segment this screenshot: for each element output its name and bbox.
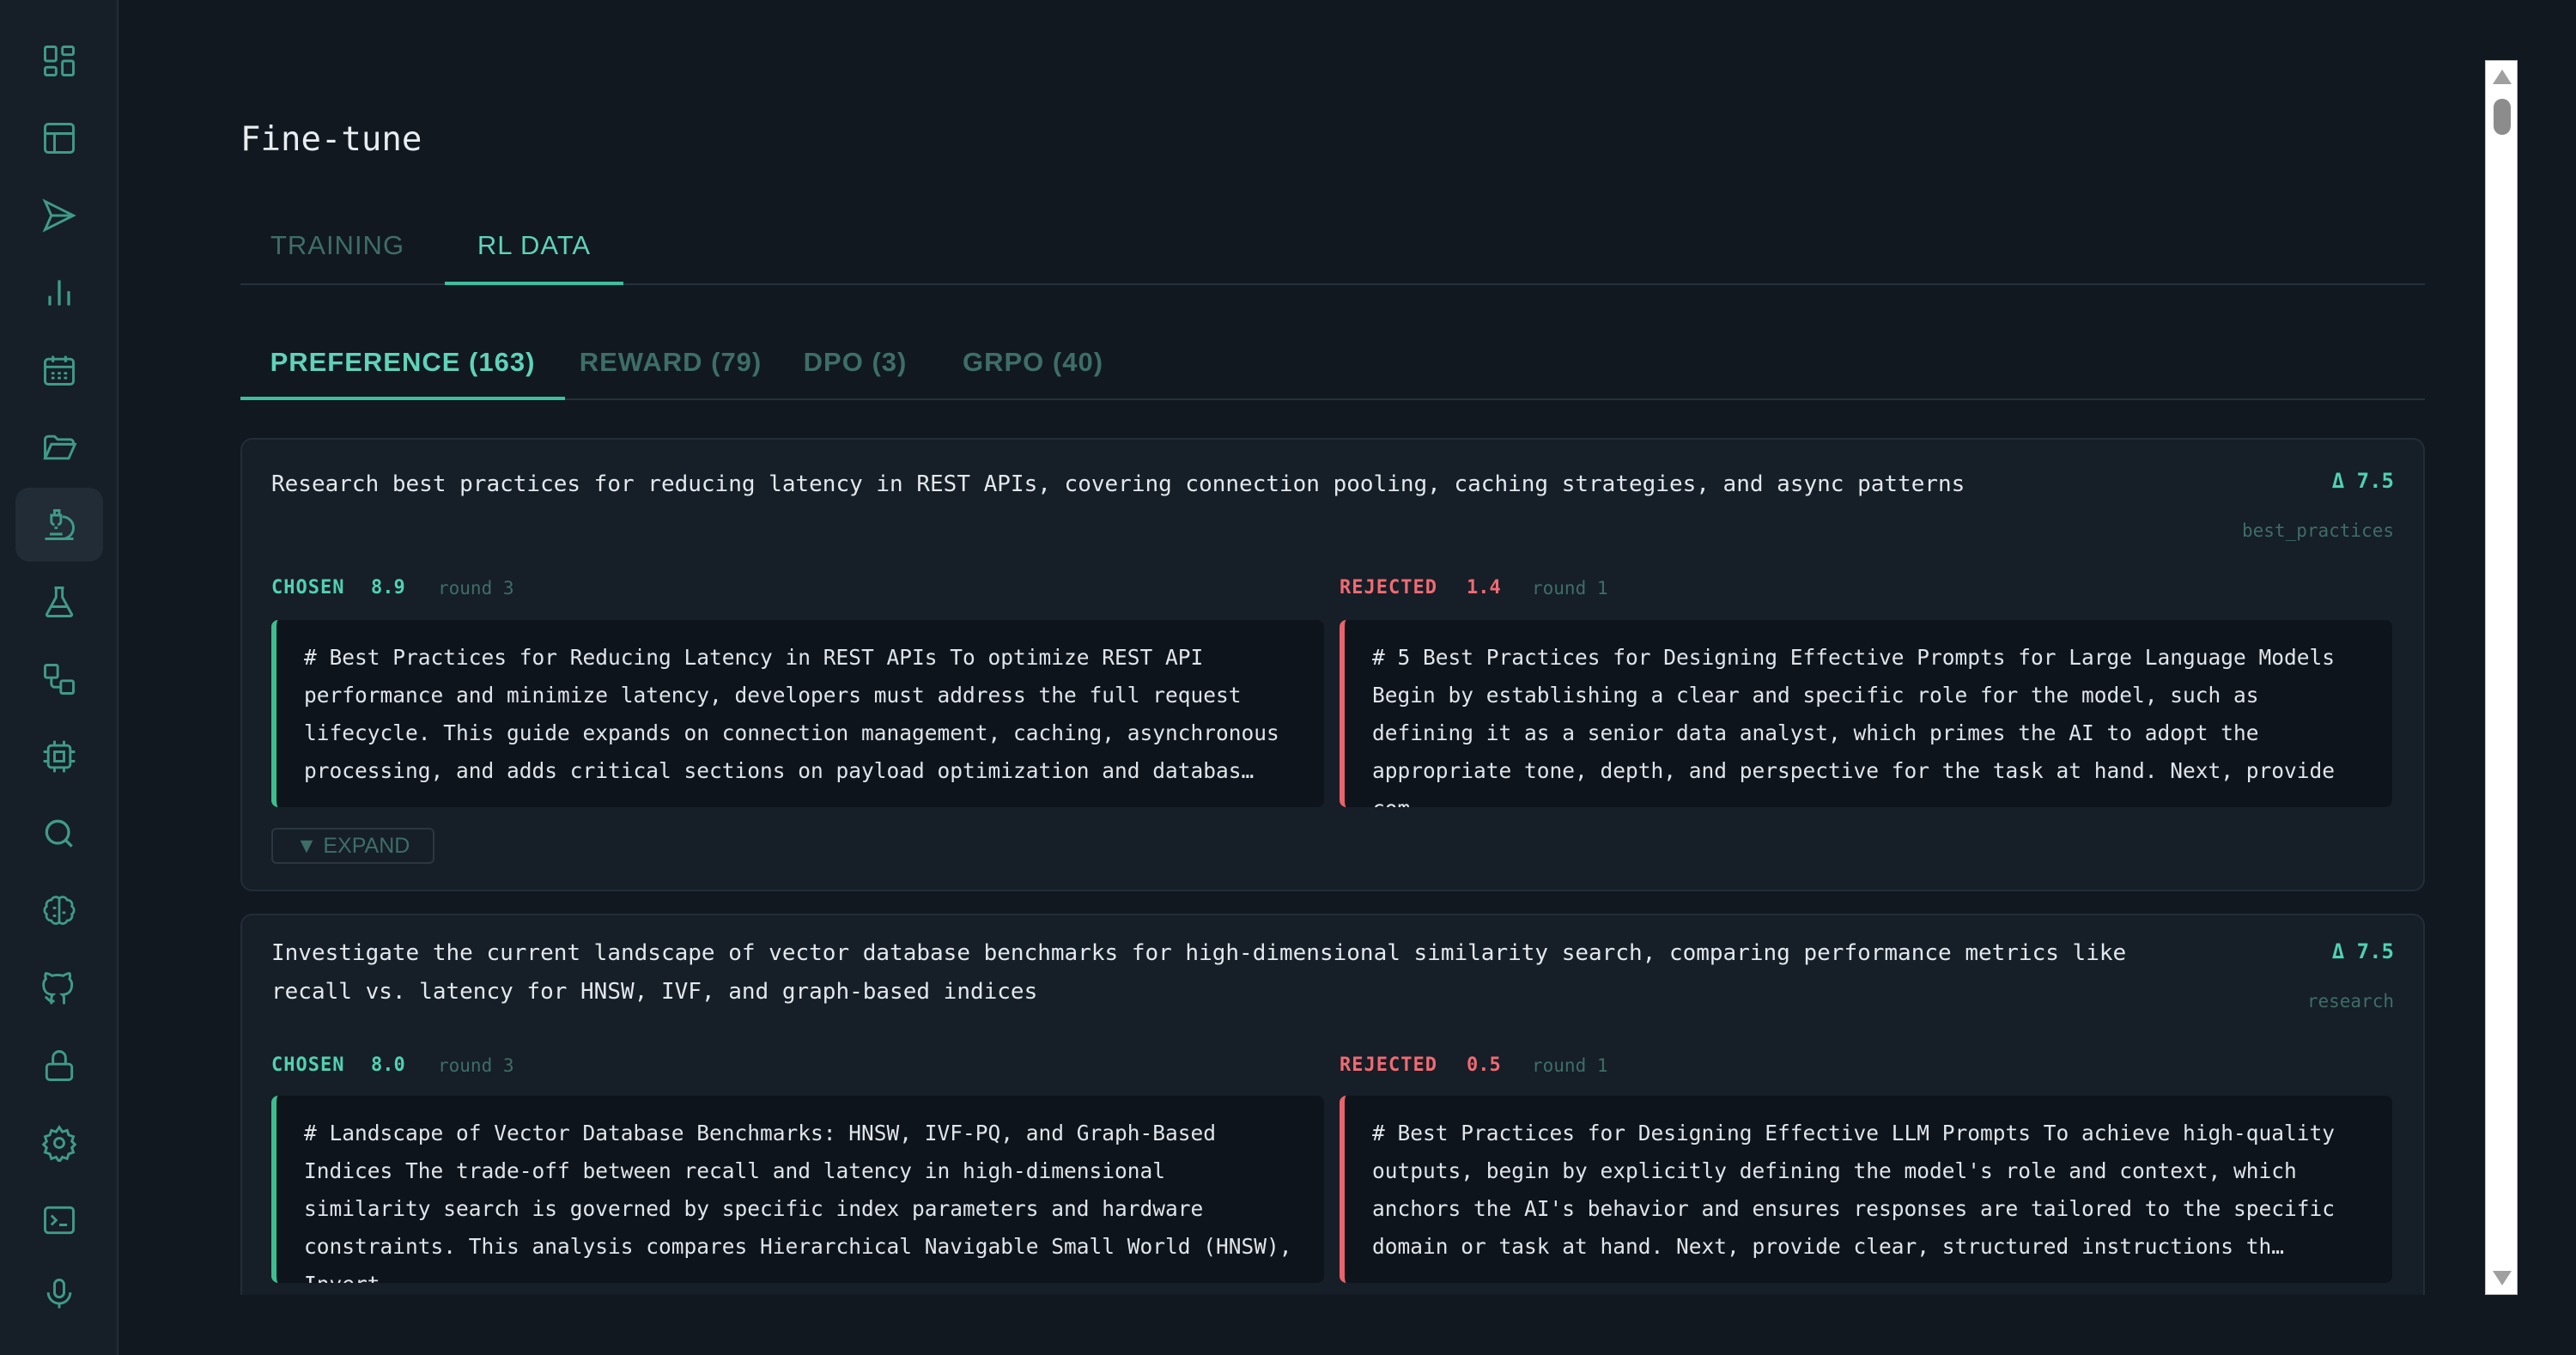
- rejected-round: round 1: [1532, 578, 1608, 599]
- chosen-round: round 3: [438, 578, 514, 599]
- tab-rl-data[interactable]: RL DATA: [445, 222, 623, 285]
- sidebar: [0, 0, 118, 1355]
- scroll-thumb[interactable]: [2494, 99, 2511, 135]
- chosen-score: 8.0: [371, 1054, 405, 1076]
- primary-tabs: TRAINING RL DATA: [240, 222, 2425, 285]
- rejected-response: # 5 Best Practices for Designing Effecti…: [1340, 620, 2392, 807]
- gear-icon[interactable]: [15, 1106, 103, 1180]
- dashboard-icon[interactable]: [15, 24, 103, 98]
- main-content: Fine-tune TRAINING RL DATA PREFERENCE (1…: [118, 0, 2576, 1355]
- send-icon[interactable]: [15, 179, 103, 252]
- expand-button[interactable]: ▼ EXPAND: [271, 828, 434, 864]
- chosen-label: CHOSEN: [271, 1054, 345, 1076]
- chosen-response: # Best Practices for Reducing Latency in…: [271, 620, 1324, 807]
- rejected-label: REJECTED: [1340, 1054, 1437, 1076]
- chosen-response: # Landscape of Vector Database Benchmark…: [271, 1096, 1324, 1283]
- rejected-label: REJECTED: [1340, 577, 1437, 599]
- tab-dpo[interactable]: DPO (3): [778, 337, 933, 400]
- prompt-text: Investigate the current landscape of vec…: [271, 940, 2127, 1005]
- microscope-icon[interactable]: [15, 488, 103, 562]
- folder-icon[interactable]: [15, 410, 103, 484]
- tab-reward[interactable]: REWARD (79): [572, 337, 769, 400]
- scroll-up-arrow-icon[interactable]: [2493, 70, 2512, 84]
- prompt-text: Research best practices for reducing lat…: [271, 471, 1965, 497]
- chosen-score: 8.9: [371, 577, 405, 599]
- search-icon[interactable]: [15, 797, 103, 871]
- chosen-round: round 3: [438, 1055, 514, 1076]
- scroll-down-arrow-icon[interactable]: [2493, 1271, 2512, 1285]
- tab-preference[interactable]: PREFERENCE (163): [240, 337, 565, 400]
- preference-pair-card: Research best practices for reducing lat…: [240, 438, 2425, 891]
- vertical-scrollbar[interactable]: [2485, 60, 2518, 1295]
- cpu-chip-icon[interactable]: [15, 720, 103, 793]
- preference-pair-card: Investigate the current landscape of vec…: [240, 914, 2425, 1355]
- rejected-round: round 1: [1532, 1055, 1608, 1076]
- microphone-icon[interactable]: [15, 1257, 103, 1331]
- terminal-icon[interactable]: [15, 1183, 103, 1257]
- secondary-tabs: PREFERENCE (163) REWARD (79) DPO (3) GRP…: [240, 337, 2425, 400]
- lock-icon[interactable]: [15, 1029, 103, 1103]
- table-icon[interactable]: [15, 101, 103, 175]
- calendar-icon[interactable]: [15, 333, 103, 407]
- delta-score: Δ 7.5: [2331, 939, 2394, 963]
- tab-training[interactable]: TRAINING: [240, 222, 434, 285]
- chosen-label: CHOSEN: [271, 577, 345, 599]
- bar-chart-icon[interactable]: [15, 256, 103, 330]
- rejected-response: # Best Practices for Designing Effective…: [1340, 1096, 2392, 1283]
- rejected-score: 1.4: [1467, 577, 1501, 599]
- tab-grpo[interactable]: GRPO (40): [934, 337, 1132, 400]
- github-icon[interactable]: [15, 951, 103, 1025]
- category-tag: best_practices: [2241, 520, 2394, 541]
- shapes-icon[interactable]: [15, 642, 103, 716]
- category-tag: research: [2306, 991, 2394, 1012]
- brain-icon[interactable]: [15, 874, 103, 948]
- delta-score: Δ 7.5: [2331, 469, 2394, 493]
- flask-icon[interactable]: [15, 565, 103, 639]
- page-title: Fine-tune: [240, 120, 422, 159]
- rejected-score: 0.5: [1467, 1054, 1501, 1076]
- viewport-bottom-mask: [118, 1295, 2576, 1355]
